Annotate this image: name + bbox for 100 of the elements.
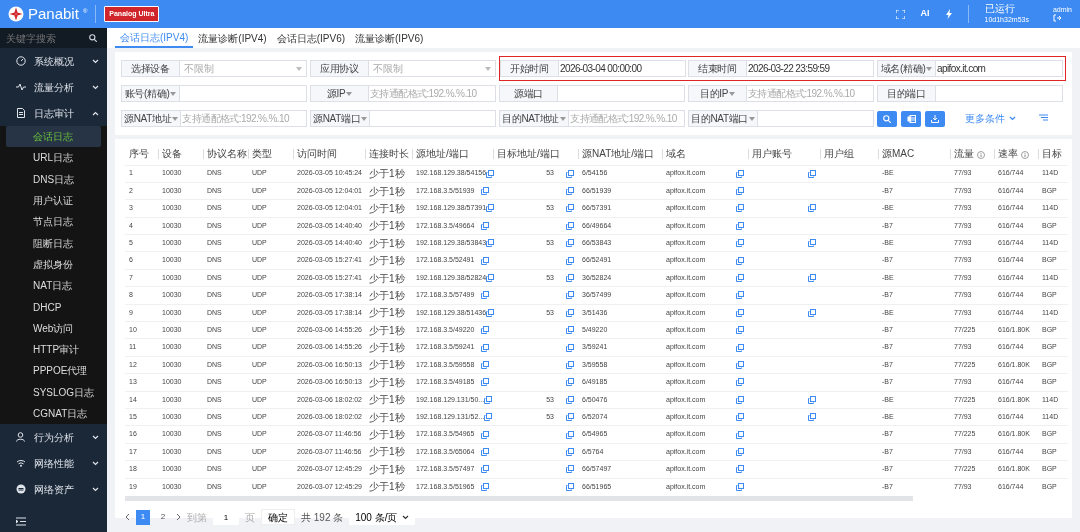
copy-icon[interactable] (566, 361, 574, 369)
copy-icon[interactable] (736, 326, 744, 335)
chevron-right-icon[interactable] (176, 513, 181, 522)
sidebar-item[interactable]: 日志审计 (0, 100, 107, 126)
sidebar-subitem[interactable]: SYSLOG日志 (0, 381, 107, 403)
sidebar-subitem[interactable]: 阻断日志 (0, 232, 107, 254)
horizontal-scrollbar[interactable] (125, 496, 913, 502)
copy-icon[interactable] (481, 187, 489, 196)
copy-icon[interactable] (736, 256, 744, 265)
copy-icon[interactable] (566, 291, 574, 300)
copy-icon[interactable] (481, 326, 489, 335)
copy-icon[interactable] (566, 343, 574, 352)
sidebar-subitem[interactable]: CGNAT日志 (0, 402, 107, 425)
copy-icon[interactable] (481, 447, 489, 456)
copy-icon[interactable] (736, 204, 744, 213)
copy-icon[interactable] (481, 465, 489, 474)
menu-collapse-icon[interactable] (16, 517, 26, 526)
filter-label[interactable]: 账号(精确) (122, 86, 180, 101)
copy-icon[interactable] (808, 204, 816, 213)
filter-field[interactable]: 目的IP 支持通配格式:192.%.%.10 (688, 85, 874, 102)
copy-icon[interactable] (736, 447, 744, 456)
sidebar-item[interactable]: 网络资产 (0, 476, 107, 503)
sidebar-subitem[interactable]: NAT日志 (0, 275, 107, 297)
copy-icon[interactable] (808, 169, 816, 178)
copy-icon[interactable] (736, 343, 744, 352)
copy-icon[interactable] (484, 413, 493, 422)
copy-icon[interactable] (736, 482, 744, 491)
lightning-icon[interactable] (945, 9, 952, 19)
filter-field[interactable]: 开始时间 2026-03-04 00:00:00 (500, 60, 686, 77)
copy-icon[interactable] (481, 430, 489, 439)
copy-icon[interactable] (566, 169, 574, 178)
search-field[interactable]: 关键字搜索 (0, 28, 107, 48)
copy-icon[interactable] (566, 482, 574, 491)
copy-icon[interactable] (808, 395, 816, 404)
filter-label[interactable]: 源NAT端口 (311, 111, 371, 126)
copy-icon[interactable] (566, 239, 574, 248)
copy-icon[interactable] (736, 378, 744, 387)
copy-icon[interactable] (486, 274, 495, 283)
filter-label[interactable]: 选择设备 (122, 61, 180, 76)
sort-icon[interactable] (1039, 114, 1048, 121)
copy-icon[interactable] (808, 274, 816, 283)
copy-icon[interactable] (808, 413, 816, 422)
fullscreen-icon[interactable] (895, 9, 905, 19)
filter-label[interactable]: 目的NAT端口 (689, 111, 759, 126)
copy-icon[interactable] (566, 308, 574, 317)
copy-icon[interactable] (566, 274, 574, 283)
copy-icon[interactable] (736, 187, 744, 196)
filter-label[interactable]: 源端口 (500, 86, 558, 101)
tab[interactable]: 会话日志(IPV6) (271, 28, 351, 48)
filter-field[interactable]: 目的NAT端口 (688, 110, 874, 127)
sidebar-subitem[interactable]: URL日志 (0, 147, 107, 169)
tab[interactable]: 流量诊断(IPV6) (350, 28, 429, 48)
copy-icon[interactable] (566, 204, 574, 213)
copy-icon[interactable] (808, 239, 816, 248)
sidebar-subitem[interactable]: 虚拟身份 (0, 253, 107, 276)
sidebar-item[interactable]: 流量分析 (0, 74, 107, 100)
copy-icon[interactable] (736, 308, 744, 317)
filter-field[interactable]: 目的端口 (877, 85, 1063, 102)
sidebar-subitem[interactable]: PPPOE代理 (0, 360, 107, 382)
copy-icon[interactable] (736, 239, 744, 248)
filter-label[interactable]: 域名(精确) (878, 61, 936, 76)
copy-icon[interactable] (736, 221, 744, 230)
copy-icon[interactable] (566, 187, 574, 196)
copy-icon[interactable] (736, 169, 744, 178)
filter-label[interactable]: 结束时间 (689, 61, 747, 76)
copy-icon[interactable] (486, 169, 495, 178)
logout-icon[interactable] (1052, 14, 1061, 23)
copy-icon[interactable] (566, 395, 574, 404)
copy-icon[interactable] (736, 430, 744, 439)
copy-icon[interactable] (736, 465, 744, 474)
copy-icon[interactable] (566, 326, 574, 335)
filter-label[interactable]: 目的端口 (878, 86, 936, 101)
filter-field[interactable]: 应用协议 不限制 (310, 60, 496, 77)
sidebar-subitem[interactable]: 用户认证 (0, 189, 107, 212)
copy-icon[interactable] (736, 395, 744, 404)
sidebar-subitem[interactable]: 会话日志 (6, 126, 101, 148)
filter-field[interactable]: 源NAT地址 支持通配格式:192.%.%.10 (121, 110, 307, 127)
copy-icon[interactable] (484, 395, 493, 404)
sidebar-subitem[interactable]: Web访问 (0, 317, 107, 339)
filter-field[interactable]: 选择设备 不限制 (121, 60, 307, 77)
copy-icon[interactable] (736, 361, 744, 369)
chevron-left-icon[interactable] (125, 513, 130, 522)
copy-icon[interactable] (481, 361, 489, 369)
filter-label[interactable]: 源NAT地址 (122, 111, 182, 126)
sidebar-subitem[interactable]: DNS日志 (0, 168, 107, 190)
sidebar-subitem[interactable]: DHCP (0, 296, 107, 318)
download-button[interactable] (925, 110, 945, 127)
filter-field[interactable]: 源NAT端口 (310, 110, 496, 127)
filter-field[interactable]: 目的NAT地址 支持通配格式:192.%.%.10 (499, 110, 685, 127)
confirm-button[interactable]: 确定 (261, 509, 295, 526)
filter-label[interactable]: 源IP (311, 86, 369, 101)
page-button[interactable]: 2 (156, 509, 170, 525)
copy-icon[interactable] (481, 256, 489, 265)
tab[interactable]: 会话日志(IPV4) (115, 28, 194, 48)
copy-icon[interactable] (566, 378, 574, 387)
copy-icon[interactable] (736, 413, 744, 422)
filter-label[interactable]: 目的NAT地址 (500, 111, 570, 126)
copy-icon[interactable] (566, 256, 574, 265)
copy-icon[interactable] (481, 221, 489, 230)
export-button[interactable] (901, 110, 921, 127)
